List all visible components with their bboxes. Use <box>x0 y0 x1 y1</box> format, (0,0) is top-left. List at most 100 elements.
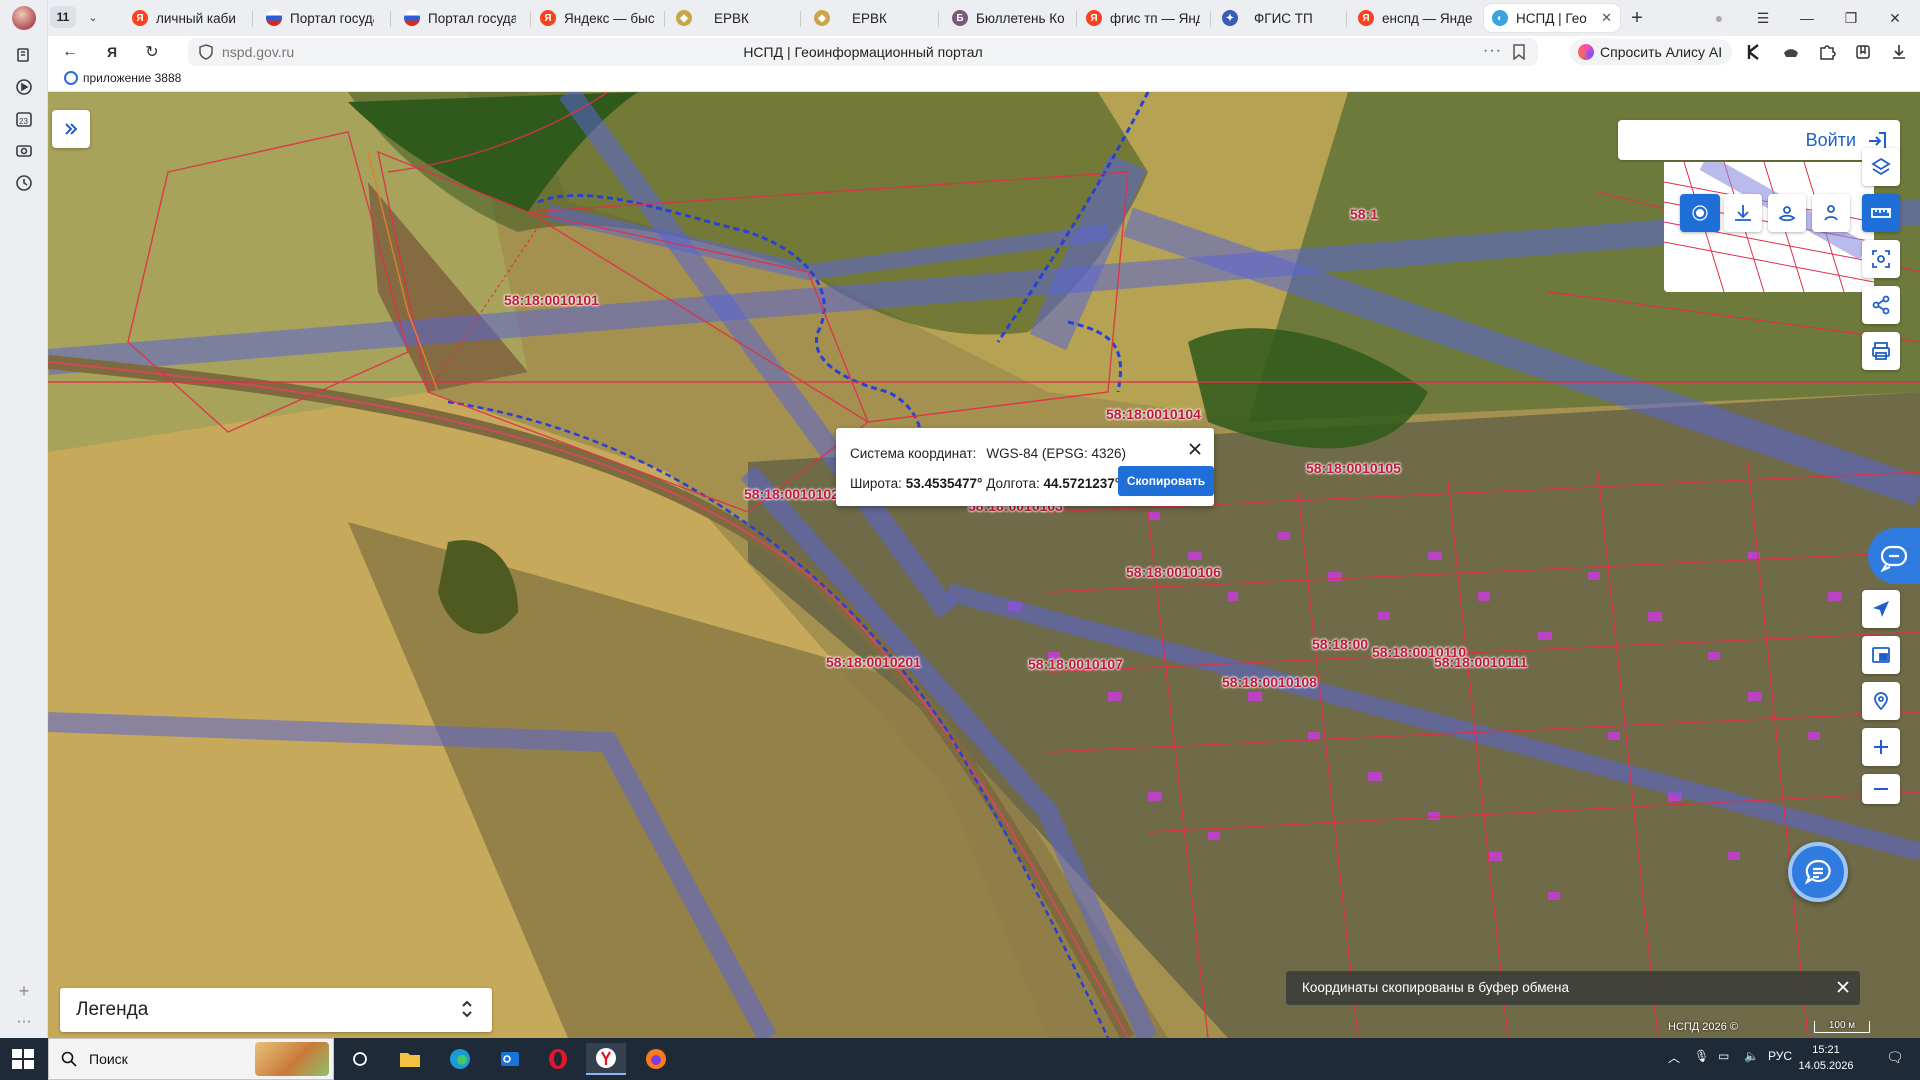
ruler-icon <box>1871 208 1891 218</box>
expand-panel-button[interactable] <box>52 110 90 148</box>
login-button[interactable]: Войти <box>1618 120 1900 160</box>
task-view-icon[interactable] <box>340 1043 380 1075</box>
measure-area-button[interactable] <box>1768 194 1806 232</box>
robot-chat-icon <box>1880 545 1908 573</box>
share-button[interactable] <box>1862 286 1900 324</box>
close-popup-icon[interactable] <box>1188 442 1202 456</box>
play-icon[interactable] <box>13 76 35 98</box>
yandex-icon: Я <box>1086 10 1102 26</box>
microphone-icon[interactable]: 🎙 <box>1694 1049 1709 1063</box>
tab-3[interactable]: Портал госуда <box>396 4 524 32</box>
tab-nspd-active[interactable]: ◐ НСПД | Геои ✕ <box>1484 4 1620 32</box>
tray-chevron-icon[interactable]: ︿ <box>1668 1049 1680 1066</box>
assistant-button[interactable] <box>1868 528 1920 584</box>
more-icon[interactable]: ⋯ <box>13 1010 35 1032</box>
baseline-icon <box>1735 205 1751 221</box>
firefox-icon[interactable] <box>636 1043 676 1075</box>
cadastral-label: 58:18:0010201 <box>826 654 921 670</box>
zoom-in-button[interactable] <box>1862 728 1900 766</box>
measure-line-button[interactable] <box>1724 194 1762 232</box>
measure-radius-button[interactable] <box>1812 194 1850 232</box>
close-window-icon[interactable]: ✕ <box>1880 6 1910 30</box>
add-panel-icon[interactable]: + <box>13 980 35 1002</box>
notifications-icon[interactable]: 🗨 <box>1886 1049 1904 1066</box>
minimize-icon[interactable]: — <box>1792 6 1822 30</box>
file-explorer-icon[interactable] <box>390 1043 430 1075</box>
taskbar-search[interactable]: Поиск <box>48 1038 334 1080</box>
tab-2[interactable]: Портал госуда <box>258 4 382 32</box>
history-icon[interactable] <box>13 172 35 194</box>
tab-5[interactable]: ◆ ЕРВК <box>668 4 798 32</box>
alice-icon <box>1578 44 1594 60</box>
windows-taskbar: Поиск ︿ 🎙 ▭ 🔈 РУС 15:21 14.05.2026 🗨 <box>0 1038 1920 1080</box>
satellite-map[interactable] <box>48 92 1920 1038</box>
calendar-icon[interactable]: 23 <box>13 108 35 130</box>
ask-alice-button[interactable]: Спросить Алису AI <box>1570 39 1733 65</box>
scan-icon <box>1872 250 1890 268</box>
tab-list-chevron-icon[interactable]: ⌄ <box>84 8 102 26</box>
tab-7[interactable]: Б Бюллетень Ко <box>944 4 1074 32</box>
extension-hat-icon[interactable] <box>1780 41 1802 63</box>
select-area-button[interactable] <box>1862 240 1900 278</box>
tab-8[interactable]: Яфгис тп — Янд <box>1078 4 1208 32</box>
account-icon[interactable]: ● <box>1704 6 1734 30</box>
point-tool-button[interactable] <box>1680 194 1720 232</box>
network-icon[interactable]: ▭ <box>1718 1049 1729 1063</box>
extension-k-icon[interactable] <box>1744 41 1766 63</box>
zoom-out-button[interactable] <box>1862 774 1900 804</box>
more-options-icon[interactable]: ··· <box>1483 42 1502 60</box>
crs-label: Система координат: <box>850 446 977 461</box>
tab-1[interactable]: Яличный кабине <box>124 4 244 32</box>
close-toast-icon[interactable] <box>1836 980 1850 994</box>
profile-avatar[interactable] <box>12 6 36 30</box>
edge-icon[interactable] <box>440 1043 480 1075</box>
print-button[interactable] <box>1862 332 1900 370</box>
tab-4[interactable]: Я Яндекс — быст <box>532 4 662 32</box>
map-viewport[interactable]: 58:18:0010101 58:18:0010102 58:18:001010… <box>48 92 1920 1038</box>
scale-bar: 100 м <box>1814 1021 1870 1033</box>
bookmark-icon[interactable] <box>1512 44 1526 60</box>
back-arrow-icon[interactable]: ← <box>58 40 82 64</box>
volume-icon[interactable]: 🔈 <box>1744 1049 1759 1063</box>
restore-icon[interactable]: ❐ <box>1836 6 1866 30</box>
cadastral-label: 58:18:0010108 <box>1222 674 1317 690</box>
downloads-icon[interactable] <box>1888 41 1910 63</box>
tab-count-badge[interactable]: 11 <box>50 6 76 28</box>
nspd-icon: ◐ <box>1492 10 1508 26</box>
navigation-arrow-icon <box>1873 601 1889 617</box>
locate-me-button[interactable] <box>1862 590 1900 628</box>
address-bar[interactable]: nspd.gov.ru НСПД | Геоинформационный пор… <box>188 38 1538 66</box>
emblem-icon: ◆ <box>676 10 692 26</box>
tab-10[interactable]: Яенспд — Яндек <box>1350 4 1480 32</box>
layers-icon <box>1871 157 1891 176</box>
bookmark-item[interactable]: приложение 3888 <box>64 71 181 85</box>
ruler-tool-button[interactable] <box>1862 194 1900 232</box>
windows-start-icon[interactable] <box>12 1049 34 1069</box>
system-clock[interactable]: 15:21 14.05.2026 <box>1794 1042 1858 1074</box>
extensions-puzzle-icon[interactable] <box>1816 41 1838 63</box>
opera-icon[interactable] <box>538 1043 578 1075</box>
outlook-icon[interactable] <box>490 1043 530 1075</box>
layers-button[interactable] <box>1862 148 1900 186</box>
collections-icon[interactable] <box>13 44 35 66</box>
search-highlight-image <box>255 1042 329 1076</box>
target-dot-icon <box>1692 205 1708 221</box>
yandex-home-icon[interactable]: Я <box>100 40 124 64</box>
tab-9[interactable]: ✦ ФГИС ТП <box>1214 4 1344 32</box>
collections-bookmark-icon[interactable] <box>1852 41 1874 63</box>
new-tab-button[interactable]: + <box>1625 6 1649 30</box>
browser-menu-icon[interactable]: ☰ <box>1748 6 1778 30</box>
language-indicator[interactable]: РУС <box>1768 1049 1792 1063</box>
legend-dropdown[interactable]: Легенда <box>60 988 492 1032</box>
tab-separator <box>800 11 801 27</box>
chat-button[interactable] <box>1788 842 1848 902</box>
screenshot-icon[interactable] <box>13 140 35 162</box>
basemap-button[interactable] <box>1862 636 1900 674</box>
reload-icon[interactable]: ↻ <box>140 40 164 64</box>
search-location-button[interactable] <box>1862 682 1900 720</box>
tab-6[interactable]: ◆ ЕРВК <box>806 4 936 32</box>
yandex-browser-icon[interactable] <box>586 1043 626 1075</box>
tab-separator <box>252 11 253 27</box>
copy-coordinates-button[interactable]: Скопировать <box>1118 466 1214 496</box>
close-tab-icon[interactable]: ✕ <box>1601 10 1612 26</box>
